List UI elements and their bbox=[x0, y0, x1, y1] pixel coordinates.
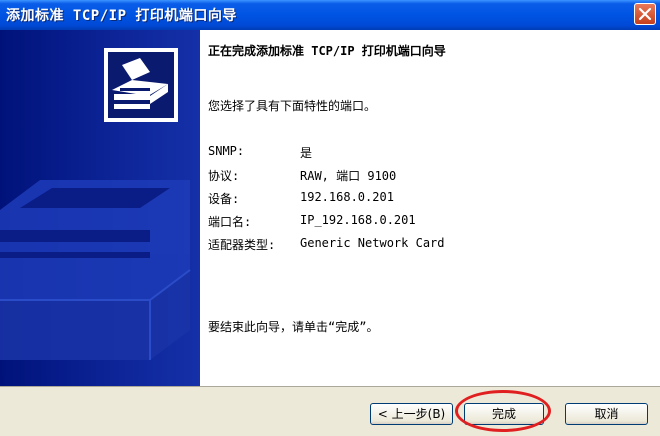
detail-label: SNMP: bbox=[208, 144, 245, 158]
wizard-side-panel bbox=[0, 30, 200, 386]
finish-highlight-annotation bbox=[455, 390, 551, 432]
close-icon bbox=[638, 7, 652, 21]
wizard-heading: 正在完成添加标准 TCP/IP 打印机端口向导 bbox=[208, 44, 446, 58]
detail-value: RAW, 端口 9100 bbox=[300, 169, 397, 183]
intro-text: 您选择了具有下面特性的端口。 bbox=[208, 99, 377, 113]
window-title: 添加标准 TCP/IP 打印机端口向导 bbox=[6, 8, 237, 24]
close-button[interactable] bbox=[634, 3, 656, 25]
finish-instruction: 要结束此向导，请单击“完成”。 bbox=[208, 320, 379, 334]
detail-label: 适配器类型: bbox=[208, 238, 276, 252]
title-bar: 添加标准 TCP/IP 打印机端口向导 bbox=[0, 0, 660, 30]
detail-label: 设备: bbox=[208, 192, 240, 206]
detail-label: 端口名: bbox=[208, 215, 252, 229]
detail-label: 协议: bbox=[208, 169, 240, 183]
detail-value: 192.168.0.201 bbox=[300, 190, 394, 204]
printer-illustration bbox=[0, 48, 191, 360]
back-button[interactable]: < 上一步(B) bbox=[370, 403, 453, 425]
button-bar: < 上一步(B) 完成 取消 bbox=[0, 386, 660, 436]
cancel-button[interactable]: 取消 bbox=[565, 403, 648, 425]
detail-value: 是 bbox=[300, 146, 313, 160]
detail-value: IP_192.168.0.201 bbox=[300, 213, 416, 227]
wizard-content: 正在完成添加标准 TCP/IP 打印机端口向导 您选择了具有下面特性的端口。 S… bbox=[200, 30, 660, 386]
detail-value: Generic Network Card bbox=[300, 236, 445, 250]
